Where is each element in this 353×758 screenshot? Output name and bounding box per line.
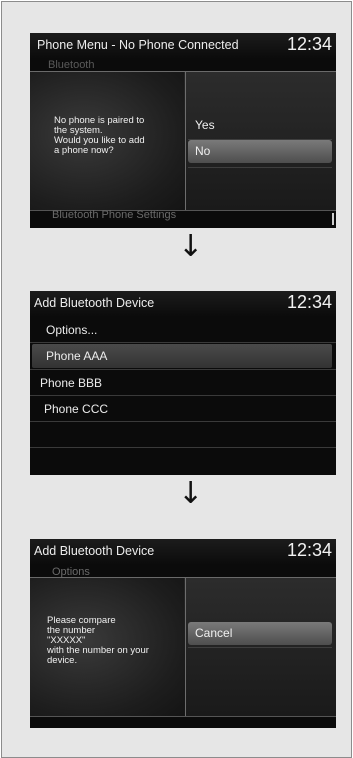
clock: 12:34	[286, 34, 332, 54]
dialog-message: No phone is paired to the system. Would …	[54, 115, 145, 156]
background-menu-item: Bluetooth	[48, 59, 95, 71]
scrollbar[interactable]	[332, 213, 334, 225]
dialog-message-pane: Please compare the number "XXXXX" with t…	[30, 578, 184, 716]
row-divider	[30, 342, 336, 343]
row-divider	[30, 447, 336, 448]
row-divider	[30, 395, 336, 396]
confirm-dialog: No phone is paired to the system. Would …	[30, 71, 336, 211]
dialog-options-pane: Cancel	[185, 578, 336, 716]
screen-title: Add Bluetooth Device	[34, 296, 155, 310]
phone-menu-screen: Phone Menu - No Phone Connected 12:34 Bl…	[30, 33, 336, 228]
title-bar: Phone Menu - No Phone Connected 12:34	[30, 33, 336, 59]
clock: 12:34	[286, 292, 332, 312]
dialog-message-pane: No phone is paired to the system. Would …	[30, 72, 184, 210]
cancel-option[interactable]: Cancel	[188, 622, 332, 645]
option-divider	[188, 647, 332, 648]
yes-option[interactable]: Yes	[188, 114, 332, 137]
dialog-message: Please compare the number "XXXXX" with t…	[47, 615, 149, 666]
manual-figure-panel: Phone Menu - No Phone Connected 12:34 Bl…	[1, 1, 352, 758]
screen-title: Add Bluetooth Device	[34, 544, 155, 558]
device-item-phone-ccc[interactable]: Phone CCC	[30, 397, 336, 421]
pairing-compare-screen: Add Bluetooth Device 12:34 Options Pleas…	[30, 539, 336, 728]
down-arrow-icon: ↓	[178, 476, 204, 511]
options-item[interactable]: Options...	[30, 318, 336, 342]
title-bar: Add Bluetooth Device 12:34	[30, 539, 336, 565]
row-divider	[30, 369, 336, 370]
option-divider	[188, 167, 332, 168]
no-option[interactable]: No	[188, 140, 332, 163]
add-device-list-screen: Add Bluetooth Device 12:34 Options... Ph…	[30, 291, 336, 475]
down-arrow-icon: ↓	[178, 229, 204, 264]
title-bar: Add Bluetooth Device 12:34	[30, 291, 336, 317]
dialog-options-pane: Yes No	[185, 72, 336, 210]
device-item-phone-aaa[interactable]: Phone AAA	[32, 344, 332, 368]
row-divider	[30, 421, 336, 422]
clock: 12:34	[286, 540, 332, 560]
device-item-phone-bbb[interactable]: Phone BBB	[30, 371, 336, 395]
screen-title: Phone Menu - No Phone Connected	[37, 38, 239, 52]
pairing-dialog: Please compare the number "XXXXX" with t…	[30, 577, 336, 717]
background-menu-item: Bluetooth Phone Settings	[52, 209, 177, 221]
